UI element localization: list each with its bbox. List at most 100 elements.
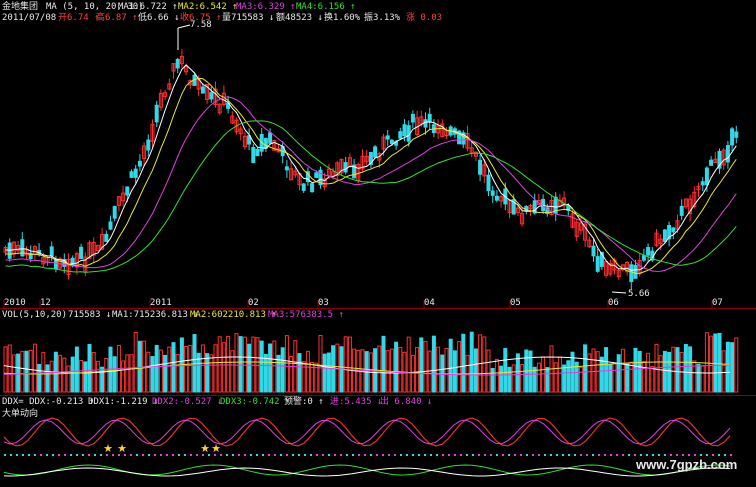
panel-title: 大单动向: [2, 409, 39, 419]
volume-bar: [28, 349, 33, 393]
star-marker: ★: [211, 442, 221, 455]
ddx-dot: [34, 454, 36, 456]
volume-bar: [394, 341, 399, 393]
ddx-dot: [244, 454, 246, 456]
volume-bar: [595, 351, 600, 393]
volume-bar: [104, 358, 109, 393]
ddx2-value: DDX2:-0.527 ↓: [152, 397, 223, 407]
volume-bar: [650, 366, 655, 393]
volume-bar: [49, 360, 54, 393]
candle-body: [734, 131, 739, 138]
candle-body: [373, 146, 378, 158]
ddx-dot: [700, 454, 702, 456]
ddx-dot: [604, 454, 606, 456]
ddx-dot: [688, 454, 690, 456]
ddx-dot: [724, 454, 726, 456]
ddx-dot: [46, 454, 48, 456]
candle-body: [146, 139, 151, 151]
vol-ma2: MA2:602210.813 ↑: [190, 310, 277, 320]
volume-value: 量715583 ↓: [222, 13, 275, 23]
volume-bar: [154, 344, 159, 393]
candle-body: [154, 104, 159, 123]
volume-bar: [637, 350, 642, 393]
candle-body: [343, 162, 348, 173]
star-marker: ★: [200, 442, 210, 455]
candle-body: [200, 86, 205, 94]
candle-body: [137, 160, 142, 167]
volume-bar: [280, 347, 285, 393]
ddx-dot: [706, 454, 708, 456]
ddx-dot: [298, 454, 300, 456]
ddx-dot: [232, 454, 234, 456]
ddx-dot: [532, 454, 534, 456]
ddx-dot: [382, 454, 384, 456]
volume-bar: [343, 336, 348, 393]
ddx-dot: [652, 454, 654, 456]
ddx-dot: [538, 454, 540, 456]
volume-bar: [415, 346, 420, 393]
candle-body: [398, 131, 403, 139]
high-price-annotation: 7.58: [190, 20, 212, 30]
volume-bar: [419, 337, 424, 393]
ddx-dot: [616, 454, 618, 456]
candlestick-chart-canvas[interactable]: ★ ★ ★ ★: [0, 0, 756, 487]
volume-bar: [721, 350, 726, 393]
volume-bar: [209, 354, 214, 393]
x-axis-label: 04: [424, 298, 435, 308]
volume-bar: [604, 347, 609, 393]
volume-bar: [511, 364, 516, 393]
volume-bar: [562, 364, 567, 393]
candle-body: [389, 139, 394, 144]
x-axis-label: 2011: [150, 298, 172, 308]
volume-bar: [620, 348, 625, 393]
ddx-dot: [190, 454, 192, 456]
candle-body: [591, 245, 596, 257]
high-marker-line: [177, 24, 191, 29]
ddx-dot: [550, 454, 552, 456]
ddx-dot: [628, 454, 630, 456]
volume-bar: [658, 355, 663, 393]
ddx1-value: DDX1:-1.219 ↓: [88, 397, 159, 407]
panel-divider: [0, 308, 756, 309]
ddx-dot: [598, 454, 600, 456]
volume-bar: [444, 348, 449, 393]
ddx-dot: [592, 454, 594, 456]
ddx-dot: [40, 454, 42, 456]
volume-bar: [272, 340, 277, 393]
volume-bar: [41, 352, 46, 393]
volume-bar: [688, 346, 693, 393]
volume-bar: [83, 361, 88, 393]
volume-bar: [398, 346, 403, 393]
volume-bar: [95, 360, 100, 393]
candle-body: [633, 264, 638, 279]
candle-body: [53, 259, 58, 270]
volume-bar: [482, 336, 487, 393]
volume-bar: [297, 353, 302, 393]
volume-bar: [515, 353, 520, 393]
ddx-dot: [82, 454, 84, 456]
ddx-dot: [472, 454, 474, 456]
ddx-dot: [508, 454, 510, 456]
volume-bar: [112, 356, 117, 393]
ddx-dot: [88, 454, 90, 456]
volume-bar: [87, 344, 92, 393]
candle-body: [427, 113, 432, 123]
volume-bar: [423, 340, 428, 393]
ddx-dot: [172, 454, 174, 456]
candle-body: [284, 166, 289, 171]
volume-bar: [553, 362, 558, 393]
volume-bar: [667, 351, 672, 393]
ddx-dot: [292, 454, 294, 456]
ddx-dot: [130, 454, 132, 456]
ddx-dot: [460, 454, 462, 456]
volume-bar: [133, 331, 138, 393]
x-axis-label: 03: [318, 298, 329, 308]
volume-bar: [268, 343, 273, 393]
volume-bar: [713, 333, 718, 393]
candle-body: [268, 132, 273, 144]
turnover-value: 换1.60%: [324, 13, 361, 23]
x-axis-label: 2010: [4, 298, 26, 308]
volume-bar: [566, 360, 571, 393]
exit-value: 出 6.840 ↓: [380, 397, 433, 407]
high-value: 高6.87 ↑: [96, 13, 138, 23]
